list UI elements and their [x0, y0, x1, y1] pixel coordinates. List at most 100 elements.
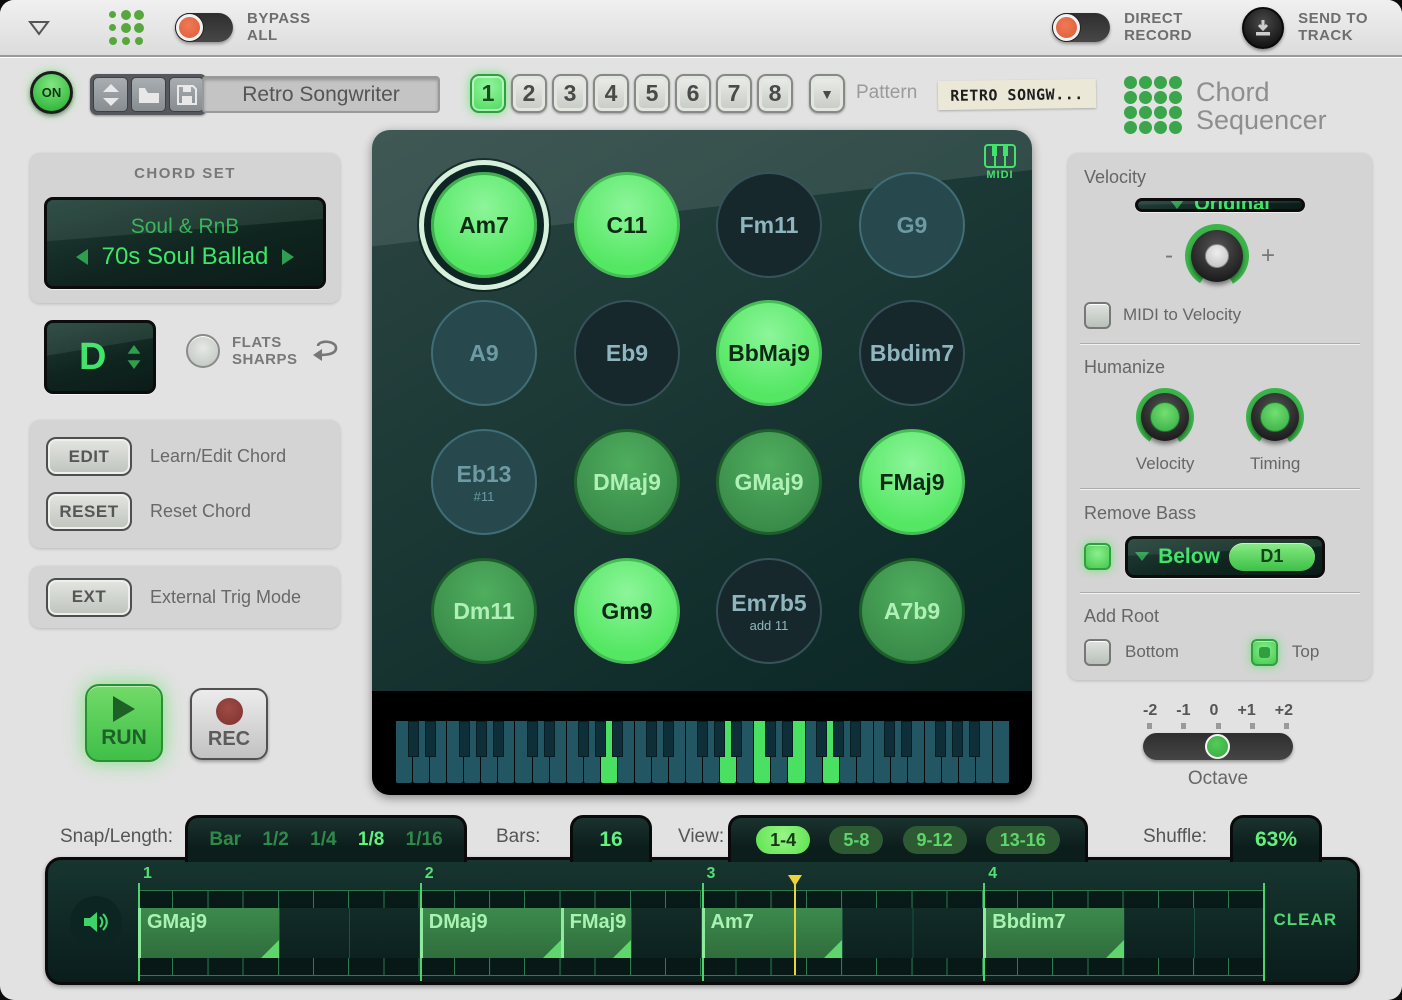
white-key-35[interactable]	[993, 721, 1009, 783]
chord-pad-Eb13[interactable]: Eb13#11	[431, 429, 537, 535]
black-key-10[interactable]	[578, 721, 589, 757]
pattern-button-3[interactable]: 3	[552, 74, 588, 113]
black-key-5[interactable]	[493, 721, 504, 757]
view-option-5-8[interactable]: 5-8	[829, 826, 883, 854]
ext-button[interactable]: EXT	[46, 578, 132, 617]
chord-pad-G9[interactable]: G9	[859, 172, 965, 278]
remove-bass-checkbox[interactable]	[1084, 543, 1111, 570]
disclosure-triangle-icon[interactable]	[28, 20, 50, 36]
octave-slider-thumb[interactable]	[1205, 734, 1230, 759]
pattern-dropdown-button[interactable]: ▼	[809, 74, 845, 113]
pattern-button-8[interactable]: 8	[757, 74, 793, 113]
humanize-timing-knob[interactable]	[1246, 388, 1304, 446]
rec-button[interactable]: REC	[190, 688, 268, 760]
key-selector[interactable]: D	[44, 320, 156, 394]
remove-bass-note[interactable]: D1	[1229, 543, 1315, 571]
view-option-1-4[interactable]: 1-4	[756, 826, 810, 854]
chord-pad-Bbdim7[interactable]: Bbdim7	[859, 300, 965, 406]
black-key-8[interactable]	[544, 721, 555, 757]
black-key-29[interactable]	[901, 721, 912, 757]
view-option-9-12[interactable]: 9-12	[903, 826, 967, 854]
chord-pad-Gm9[interactable]: Gm9	[574, 558, 680, 664]
add-root-bottom-checkbox[interactable]	[1084, 639, 1111, 666]
velocity-knob[interactable]	[1185, 224, 1249, 288]
black-key-7[interactable]	[527, 721, 538, 757]
chord-pad-Am7[interactable]: Am7	[431, 172, 537, 278]
key-down-arrow[interactable]	[128, 360, 141, 369]
chord-pad-FMaj9[interactable]: FMaj9	[859, 429, 965, 535]
black-key-17[interactable]	[697, 721, 708, 757]
pattern-button-2[interactable]: 2	[511, 74, 547, 113]
pattern-button-7[interactable]: 7	[716, 74, 752, 113]
shuffle-value[interactable]: 63%	[1230, 815, 1322, 862]
black-key-12[interactable]	[612, 721, 623, 757]
add-root-top-checkbox[interactable]	[1251, 639, 1278, 666]
pattern-name-tape[interactable]: RETRO SONGW...	[938, 79, 1096, 110]
pattern-button-1[interactable]: 1	[470, 74, 506, 113]
black-key-14[interactable]	[646, 721, 657, 757]
timeline-grid[interactable]: 1234GMaj9DMaj9FMaj9Am7Bbdim7	[138, 890, 1265, 976]
black-key-19[interactable]	[731, 721, 742, 757]
power-button[interactable]: ON	[30, 71, 73, 114]
black-key-4[interactable]	[476, 721, 487, 757]
black-key-28[interactable]	[884, 721, 895, 757]
chord-block-Bbdim7[interactable]: Bbdim7	[983, 908, 1124, 958]
chord-pad-BbMaj9[interactable]: BbMaj9	[716, 300, 822, 406]
chord-set-prev-arrow[interactable]	[76, 249, 88, 265]
velocity-mode-dropdown[interactable]: Original	[1135, 198, 1305, 212]
chord-pad-Dm11[interactable]: Dm11	[431, 558, 537, 664]
chord-pad-Em7b5[interactable]: Em7b5add 11	[716, 558, 822, 664]
preset-prev-next-button[interactable]	[93, 77, 128, 112]
key-up-arrow[interactable]	[128, 345, 141, 354]
black-key-11[interactable]	[595, 721, 606, 757]
reset-button[interactable]: RESET	[46, 492, 132, 531]
edit-button[interactable]: EDIT	[46, 437, 132, 476]
chord-pad-DMaj9[interactable]: DMaj9	[574, 429, 680, 535]
chord-block-Am7[interactable]: Am7	[702, 908, 843, 958]
chord-pad-A9[interactable]: A9	[431, 300, 537, 406]
black-key-21[interactable]	[765, 721, 776, 757]
pattern-button-4[interactable]: 4	[593, 74, 629, 113]
preset-save-button[interactable]	[169, 77, 204, 112]
humanize-velocity-knob[interactable]	[1136, 388, 1194, 446]
bypass-all-toggle[interactable]	[175, 13, 233, 42]
chord-block-FMaj9[interactable]: FMaj9	[561, 908, 631, 958]
remove-bass-dropdown[interactable]: Below D1	[1125, 536, 1325, 578]
chord-block-GMaj9[interactable]: GMaj9	[138, 908, 279, 958]
snap-option-Bar[interactable]: Bar	[209, 829, 241, 851]
snap-option-1/8[interactable]: 1/8	[358, 829, 384, 851]
playhead[interactable]	[794, 875, 796, 975]
chord-pad-GMaj9[interactable]: GMaj9	[716, 429, 822, 535]
black-key-25[interactable]	[833, 721, 844, 757]
pattern-button-6[interactable]: 6	[675, 74, 711, 113]
black-key-31[interactable]	[935, 721, 946, 757]
snap-option-1/16[interactable]: 1/16	[406, 829, 443, 851]
black-key-33[interactable]	[969, 721, 980, 757]
chord-pad-Fm11[interactable]: Fm11	[716, 172, 822, 278]
run-button[interactable]: RUN	[85, 684, 163, 762]
octave-slider[interactable]	[1143, 733, 1293, 760]
preset-load-button[interactable]	[131, 77, 166, 112]
black-key-1[interactable]	[425, 721, 436, 757]
snap-option-1/4[interactable]: 1/4	[310, 829, 336, 851]
black-key-26[interactable]	[850, 721, 861, 757]
black-key-3[interactable]	[459, 721, 470, 757]
black-key-15[interactable]	[663, 721, 674, 757]
chord-pad-Eb9[interactable]: Eb9	[574, 300, 680, 406]
black-key-0[interactable]	[408, 721, 419, 757]
audition-button[interactable]	[70, 896, 122, 948]
black-key-18[interactable]	[714, 721, 725, 757]
midi-to-velocity-checkbox[interactable]	[1084, 302, 1111, 329]
preset-name-field[interactable]: Retro Songwriter	[202, 76, 440, 113]
bars-value[interactable]: 16	[570, 815, 652, 862]
send-to-track-button[interactable]	[1242, 7, 1284, 49]
flats-sharps-button[interactable]	[186, 334, 220, 368]
pattern-button-5[interactable]: 5	[634, 74, 670, 113]
chord-block-DMaj9[interactable]: DMaj9	[420, 908, 561, 958]
chord-set-next-arrow[interactable]	[282, 249, 294, 265]
black-key-32[interactable]	[952, 721, 963, 757]
chord-pad-C11[interactable]: C11	[574, 172, 680, 278]
black-key-22[interactable]	[782, 721, 793, 757]
view-option-13-16[interactable]: 13-16	[986, 826, 1060, 854]
clear-button[interactable]: CLEAR	[1273, 910, 1337, 930]
